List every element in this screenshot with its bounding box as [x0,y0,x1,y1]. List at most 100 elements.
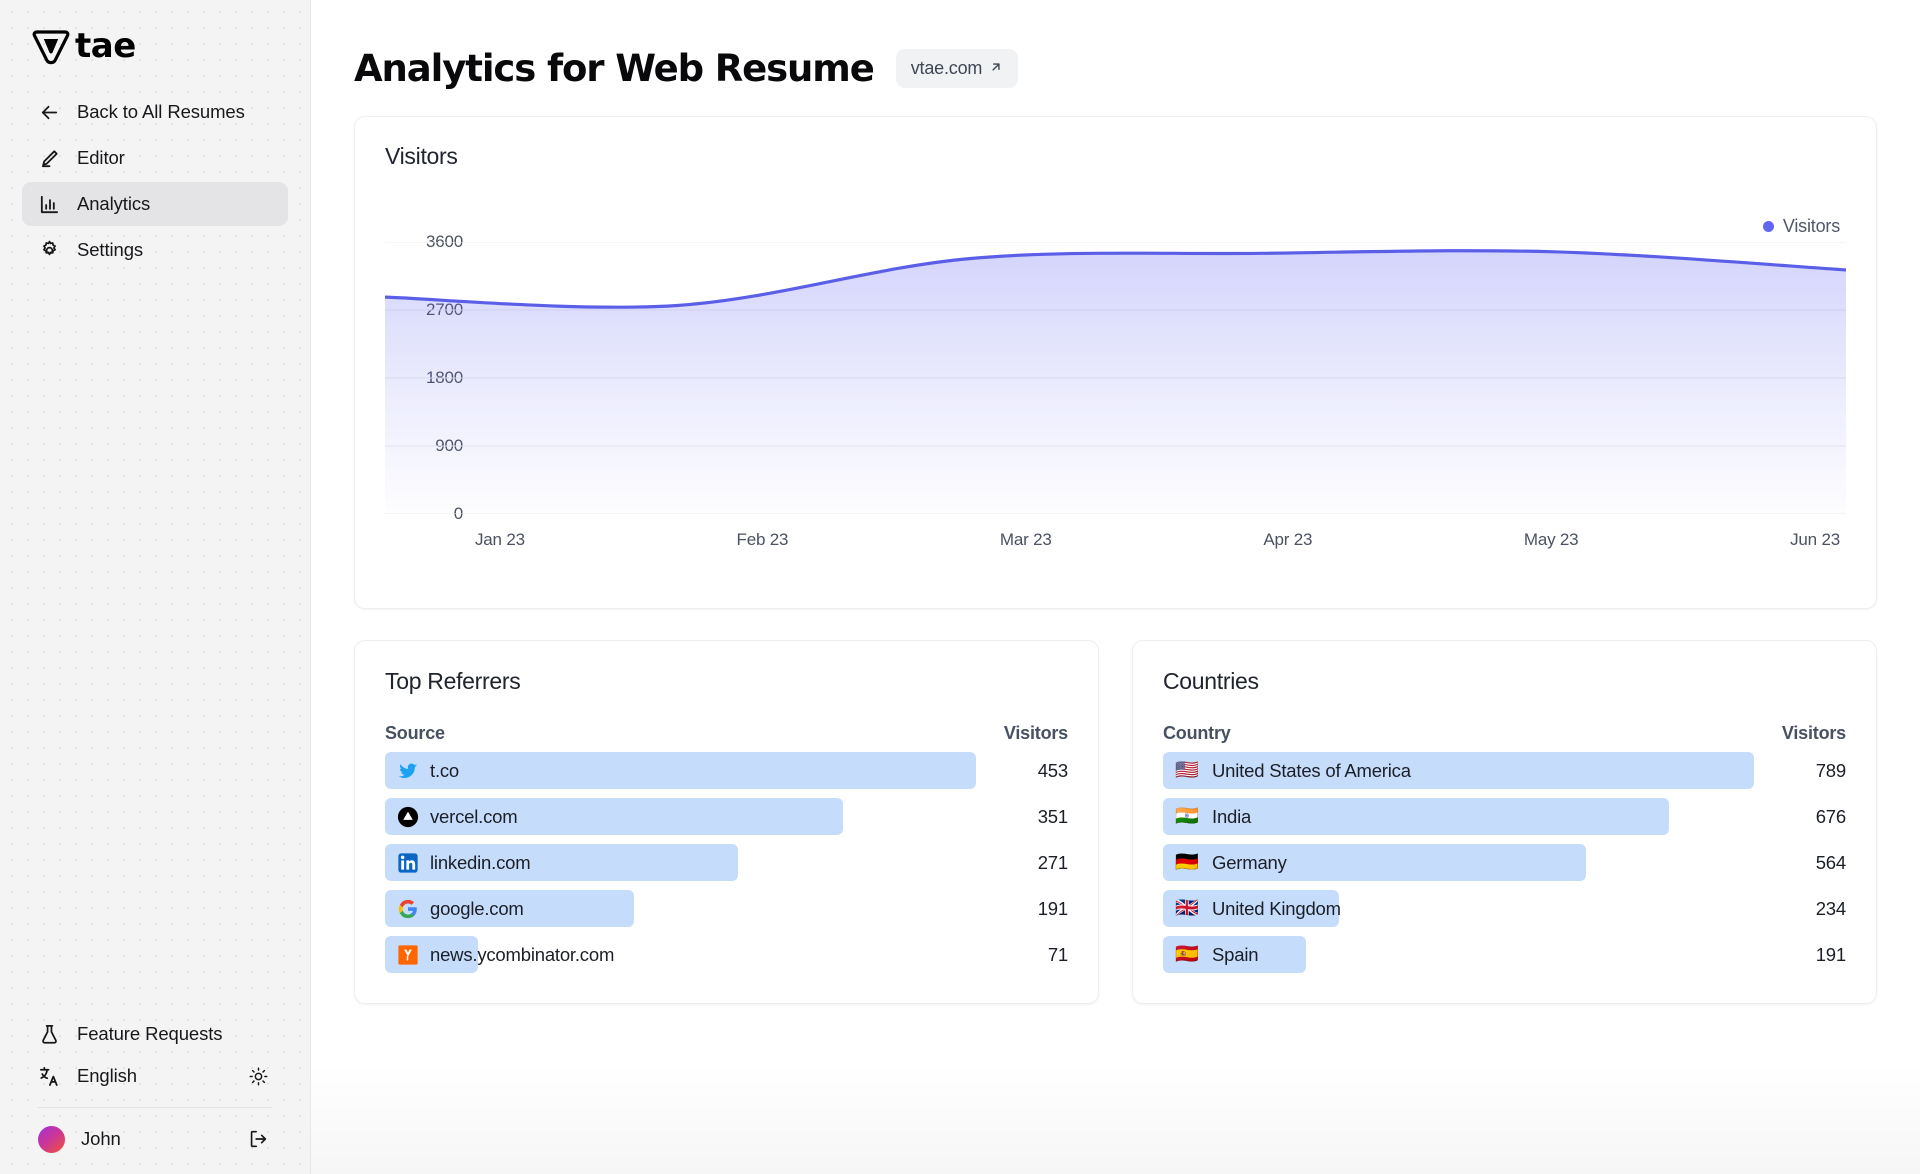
countries-col-country: Country [1163,723,1231,743]
referrer-bar-wrap: news.ycombinator.com [385,936,976,973]
site-url-badge[interactable]: vtae.com [895,48,1019,88]
country-row[interactable]: 🇪🇸 Spain 191 [1163,936,1846,973]
referrer-value: 271 [1037,851,1068,873]
sidebar-item-label: Analytics [77,193,151,214]
visitors-card-title: Visitors [385,143,458,169]
referrer-row-content: news.ycombinator.com [385,936,614,973]
legend-color-dot [1762,221,1774,232]
sidebar-item-label: Editor [77,147,125,168]
logout-icon[interactable] [244,1125,272,1153]
user-name-label: John [81,1128,121,1149]
avatar [38,1125,65,1153]
country-label: United States of America [1212,759,1411,781]
country-row-content: 🇺🇸 United States of America [1163,752,1411,789]
referrer-label: linkedin.com [430,851,531,873]
flag-icon: 🇮🇳 [1175,806,1199,827]
sun-icon[interactable] [244,1062,272,1090]
country-label: Germany [1212,851,1287,873]
country-bar-wrap: 🇪🇸 Spain [1163,936,1754,973]
referrer-bar-wrap: google.com [385,890,976,927]
language-item[interactable]: English [22,1055,288,1097]
referrer-row[interactable]: linkedin.com 271 [385,844,1068,881]
country-value: 676 [1815,805,1846,827]
feature-requests-label: Feature Requests [77,1023,223,1044]
chart-area-fill [385,250,1846,515]
referrer-row-content: linkedin.com [385,844,531,881]
chart-x-tick-label: Jan 23 [475,530,525,549]
sidebar: tae Back to All Resumes Editor Analytics… [0,0,311,1174]
vercel-icon [397,806,419,828]
country-value: 191 [1815,943,1846,965]
sidebar-footer: Feature Requests English John [22,1013,288,1174]
chart-x-tick-label: May 23 [1523,530,1579,549]
external-link-arrow-icon [989,58,1003,79]
sidebar-item-analytics[interactable]: Analytics [22,182,288,226]
referrer-row[interactable]: t.co 453 [385,752,1068,789]
referrer-bar [385,752,976,789]
chart-plot-area [385,242,1846,514]
chart-x-tick-label: Mar 23 [999,530,1052,549]
chart-x-axis: Jan 23 Feb 23 Mar 23 Apr 23 May 23 Jun 23 [475,530,1840,550]
referrer-label: google.com [430,897,524,919]
country-row[interactable]: 🇩🇪 Germany 564 [1163,844,1846,881]
ycombinator-icon [397,944,419,966]
primary-nav: Back to All Resumes Editor Analytics Set… [22,90,288,272]
app-root: tae Back to All Resumes Editor Analytics… [0,0,1920,1174]
chart-x-tick-label: Feb 23 [736,530,789,549]
country-bar-wrap: 🇩🇪 Germany [1163,844,1754,881]
country-row[interactable]: 🇬🇧 United Kingdom 234 [1163,890,1846,927]
referrer-value: 453 [1037,759,1068,781]
referrer-row[interactable]: google.com 191 [385,890,1068,927]
visitors-chart[interactable]: Visitors 0900180027003600 [385,180,1846,580]
referrer-row-content: vercel.com [385,798,518,835]
brand-logo[interactable]: tae [22,24,288,68]
sidebar-item-label: Back to All Resumes [77,101,245,122]
translate-icon [38,1065,61,1088]
linkedin-icon [397,852,419,874]
bar-chart-icon [38,193,61,216]
country-value: 234 [1815,897,1846,919]
page-header: Analytics for Web Resume vtae.com [311,0,1920,96]
country-label: India [1212,805,1252,827]
referrer-row-content: google.com [385,890,524,927]
country-bar-wrap: 🇬🇧 United Kingdom [1163,890,1754,927]
sidebar-item-label: Settings [77,239,144,260]
feature-requests-item[interactable]: Feature Requests [22,1013,288,1055]
country-row-content: 🇩🇪 Germany [1163,844,1287,881]
country-label: United Kingdom [1212,897,1341,919]
gear-icon [38,239,61,262]
country-row-content: 🇪🇸 Spain [1163,936,1259,973]
footer-divider [38,1107,272,1108]
referrer-row[interactable]: news.ycombinator.com 71 [385,936,1068,973]
user-account-item[interactable]: John [22,1118,288,1160]
referrers-col-source: Source [385,723,445,743]
bottom-shadow [311,1064,1920,1174]
referrer-bar-wrap: vercel.com [385,798,976,835]
chart-legend[interactable]: Visitors [1762,216,1840,237]
referrer-label: news.ycombinator.com [430,943,615,965]
sidebar-item-back-to-all-resumes[interactable]: Back to All Resumes [22,90,288,134]
referrer-label: t.co [430,759,460,781]
country-row[interactable]: 🇮🇳 India 676 [1163,798,1846,835]
sidebar-item-settings[interactable]: Settings [22,228,288,272]
country-value: 789 [1815,759,1846,781]
countries-list: 🇺🇸 United States of America 789 🇮🇳 India 676 🇩… [1163,752,1846,973]
country-row-content: 🇮🇳 India [1163,798,1251,835]
countries-title: Countries [1163,668,1259,694]
countries-col-visitors: Visitors [1781,723,1846,743]
countries-column-headers: Country Visitors [1163,723,1846,744]
country-bar-wrap: 🇮🇳 India [1163,798,1754,835]
flag-icon: 🇬🇧 [1175,898,1199,919]
referrers-column-headers: Source Visitors [385,723,1068,744]
flag-icon: 🇩🇪 [1175,852,1199,873]
stats-panels: Top Referrers Source Visitors t.co 453 ver… [354,640,1877,1004]
arrow-left-icon [38,101,61,124]
legend-label: Visitors [1782,216,1840,236]
country-row[interactable]: 🇺🇸 United States of America 789 [1163,752,1846,789]
referrer-row[interactable]: vercel.com 351 [385,798,1068,835]
sidebar-item-editor[interactable]: Editor [22,136,288,180]
main-content: Analytics for Web Resume vtae.com Visito… [311,0,1920,1174]
brand-wordmark: tae [75,26,136,66]
vtae-logo-icon [30,26,72,66]
